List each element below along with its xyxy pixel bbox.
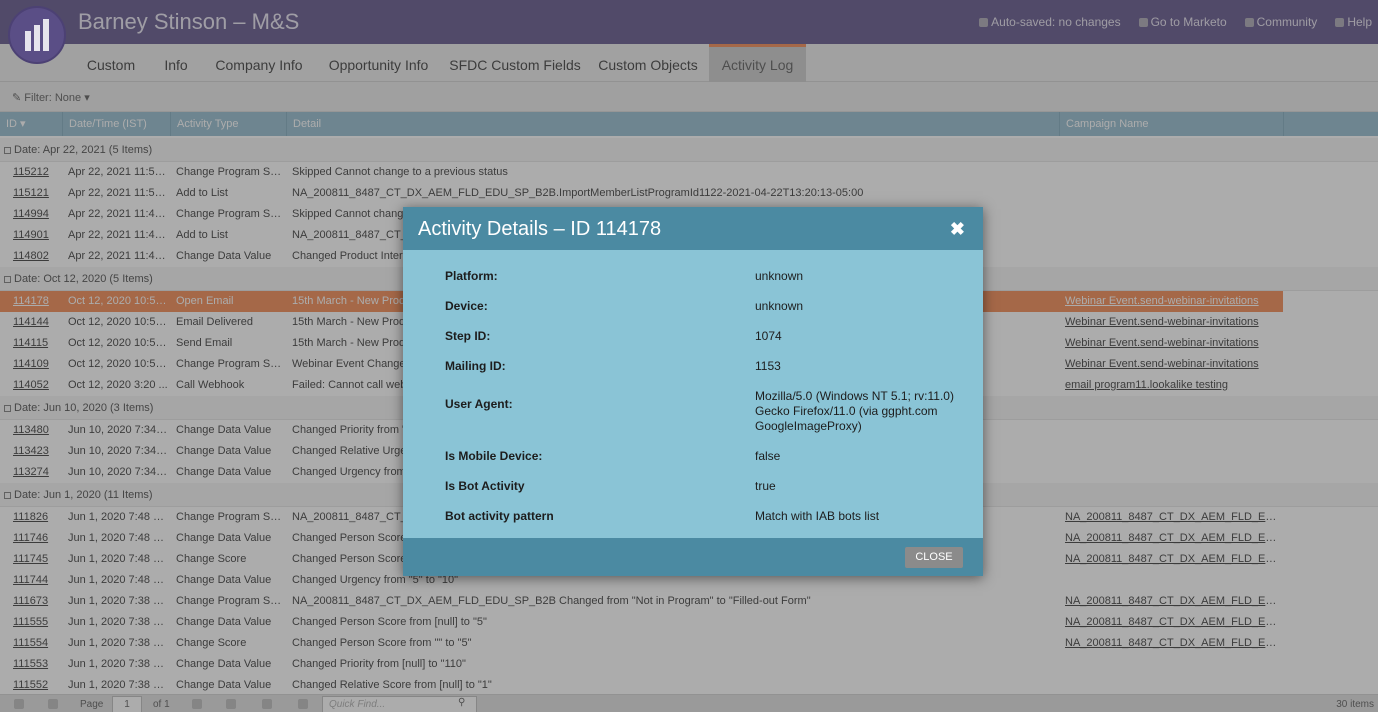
field-value: unknown [755, 269, 804, 283]
dialog-title: Activity Details – ID 114178 [418, 218, 662, 240]
logo-bars-icon [25, 19, 49, 51]
field-value: true [755, 479, 776, 493]
field-label: Mailing ID: [445, 359, 506, 373]
field-value: 1153 [755, 359, 781, 373]
field-value: unknown [755, 299, 804, 313]
field-value: Match with IAB bots list [755, 509, 880, 523]
marketo-logo[interactable] [8, 6, 66, 64]
close-button[interactable]: CLOSE [905, 547, 963, 568]
field-value: Mozilla/5.0 (Windows NT 5.1; rv:11.0) Ge… [755, 389, 954, 433]
field-value: 1074 [755, 329, 782, 343]
dialog-footer: CLOSE [403, 538, 983, 576]
field-label: Is Mobile Device: [445, 449, 543, 463]
field-label: User Agent: [445, 397, 513, 411]
field-label: Bot activity pattern [445, 509, 554, 523]
field-label: Device: [445, 299, 488, 313]
field-label: Platform: [445, 269, 498, 283]
field-label: Is Bot Activity [445, 479, 525, 493]
field-value: false [755, 449, 781, 463]
close-icon[interactable]: ✖ [950, 219, 965, 240]
activity-details-dialog: Activity Details – ID 114178 ✖ Platform:… [403, 207, 983, 576]
field-label: Step ID: [445, 329, 491, 343]
dialog-header: Activity Details – ID 114178 ✖ [403, 207, 983, 250]
